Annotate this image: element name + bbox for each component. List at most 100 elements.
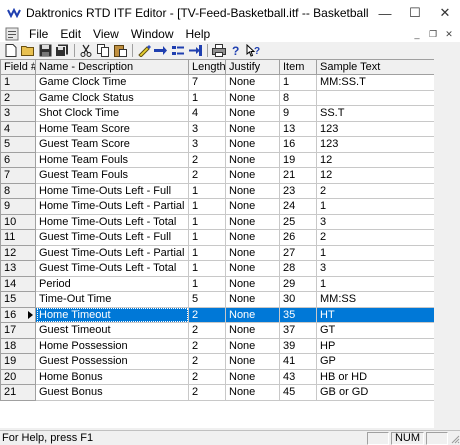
save-all-icon[interactable] xyxy=(54,43,70,58)
table-row[interactable]: 15 Time-Out Time 5 None 30 MM:SS xyxy=(0,291,434,308)
cell-item[interactable]: 35 xyxy=(279,306,317,323)
maximize-button[interactable]: ☐ xyxy=(400,0,430,26)
cell-name[interactable]: Guest Time-Outs Left - Full xyxy=(35,229,189,246)
paste-icon[interactable] xyxy=(112,43,128,58)
cell-name[interactable]: Guest Timeout xyxy=(35,322,189,339)
cell-item[interactable]: 37 xyxy=(279,322,317,339)
cell-sample[interactable]: 123 xyxy=(316,120,434,137)
cell-sample[interactable]: 12 xyxy=(316,151,434,168)
table-row[interactable]: 5 Guest Team Score 3 None 16 123 xyxy=(0,136,434,153)
menu-help[interactable]: Help xyxy=(180,26,217,42)
cell-length[interactable]: 7 xyxy=(188,74,226,91)
cell-sample[interactable]: 2 xyxy=(316,182,434,199)
table-row[interactable]: 11 Guest Time-Outs Left - Full 1 None 26 2 xyxy=(0,229,434,246)
column-header-sample[interactable]: Sample Text xyxy=(316,59,434,75)
cell-sample[interactable]: 123 xyxy=(316,136,434,153)
cell-name[interactable]: Guest Time-Outs Left - Total xyxy=(35,260,189,277)
cell-sample[interactable]: HP xyxy=(316,337,434,354)
table-row[interactable]: 7 Guest Team Fouls 2 None 21 12 xyxy=(0,167,434,184)
cut-icon[interactable] xyxy=(78,43,94,58)
cell-length[interactable]: 1 xyxy=(188,275,226,292)
cell-name[interactable]: Game Clock Status xyxy=(35,89,189,106)
column-header-justify[interactable]: Justify xyxy=(225,59,280,75)
cell-field[interactable]: 10 xyxy=(0,213,36,230)
cell-field[interactable]: 16 xyxy=(0,306,36,323)
print-icon[interactable] xyxy=(211,43,227,58)
cell-justify[interactable]: None xyxy=(225,337,280,354)
cell-sample[interactable]: 12 xyxy=(316,167,434,184)
cell-field[interactable]: 3 xyxy=(0,105,36,122)
cell-length[interactable]: 1 xyxy=(188,89,226,106)
column-header-length[interactable]: Length xyxy=(188,59,226,75)
cell-field[interactable]: 17 xyxy=(0,322,36,339)
open-icon[interactable] xyxy=(20,43,36,58)
cell-item[interactable]: 13 xyxy=(279,120,317,137)
menu-window[interactable]: Window xyxy=(125,26,180,42)
cell-name[interactable]: Home Team Score xyxy=(35,120,189,137)
table-row[interactable]: 21 Guest Bonus 2 None 45 GB or GD xyxy=(0,384,434,401)
cell-item[interactable]: 28 xyxy=(279,260,317,277)
cell-length[interactable]: 2 xyxy=(188,384,226,401)
table-row[interactable]: 8 Home Time-Outs Left - Full 1 None 23 2 xyxy=(0,182,434,199)
cell-length[interactable]: 1 xyxy=(188,244,226,261)
cell-name[interactable]: Home Timeout xyxy=(35,306,189,323)
table-row[interactable]: 19 Guest Possession 2 None 41 GP xyxy=(0,353,434,370)
table-row[interactable]: 10 Home Time-Outs Left - Total 1 None 25 3 xyxy=(0,213,434,230)
cell-justify[interactable]: None xyxy=(225,89,280,106)
cell-justify[interactable]: None xyxy=(225,74,280,91)
cell-field[interactable]: 6 xyxy=(0,151,36,168)
cell-field[interactable]: 12 xyxy=(0,244,36,261)
menu-file[interactable]: File xyxy=(23,26,54,42)
cell-field[interactable]: 4 xyxy=(0,120,36,137)
cell-field[interactable]: 7 xyxy=(0,167,36,184)
cell-justify[interactable]: None xyxy=(225,244,280,261)
cell-item[interactable]: 29 xyxy=(279,275,317,292)
table-row[interactable]: 18 Home Possession 2 None 39 HP xyxy=(0,337,434,354)
cell-field[interactable]: 19 xyxy=(0,353,36,370)
table-row[interactable]: 17 Guest Timeout 2 None 37 GT xyxy=(0,322,434,339)
cell-length[interactable]: 2 xyxy=(188,337,226,354)
cell-name[interactable]: Home Time-Outs Left - Partial xyxy=(35,198,189,215)
cell-name[interactable]: Period xyxy=(35,275,189,292)
cell-justify[interactable]: None xyxy=(225,306,280,323)
cell-name[interactable]: Home Bonus xyxy=(35,368,189,385)
cell-sample[interactable]: 3 xyxy=(316,260,434,277)
cell-item[interactable]: 43 xyxy=(279,368,317,385)
cell-length[interactable]: 2 xyxy=(188,322,226,339)
cell-sample[interactable]: 2 xyxy=(316,229,434,246)
cell-sample[interactable]: MM:SS xyxy=(316,291,434,308)
table-row[interactable]: 4 Home Team Score 3 None 13 123 xyxy=(0,120,434,137)
copy-icon[interactable] xyxy=(95,43,111,58)
cell-sample[interactable]: GP xyxy=(316,353,434,370)
column-header-item[interactable]: Item xyxy=(279,59,317,75)
table-row[interactable]: 3 Shot Clock Time 4 None 9 SS.T xyxy=(0,105,434,122)
cell-justify[interactable]: None xyxy=(225,322,280,339)
cell-field[interactable]: 11 xyxy=(0,229,36,246)
table-row[interactable]: 13 Guest Time-Outs Left - Total 1 None 28 3 xyxy=(0,260,434,277)
table-row[interactable]: 14 Period 1 None 29 1 xyxy=(0,275,434,292)
table-row[interactable]: 1 Game Clock Time 7 None 1 MM:SS.T xyxy=(0,74,434,91)
mdi-close-button[interactable]: ✕ xyxy=(442,28,456,41)
renumber-icon[interactable] xyxy=(187,43,203,58)
cell-field[interactable]: 9 xyxy=(0,198,36,215)
cell-justify[interactable]: None xyxy=(225,368,280,385)
cell-sample[interactable]: 3 xyxy=(316,213,434,230)
table-row[interactable]: 16 Home Timeout 2 None 35 HT xyxy=(0,306,434,323)
cell-item[interactable]: 39 xyxy=(279,337,317,354)
table-row[interactable]: 20 Home Bonus 2 None 43 HB or HD xyxy=(0,368,434,385)
cell-justify[interactable]: None xyxy=(225,151,280,168)
cell-name[interactable]: Home Time-Outs Left - Total xyxy=(35,213,189,230)
cell-item[interactable]: 45 xyxy=(279,384,317,401)
save-icon[interactable] xyxy=(37,43,53,58)
cell-sample[interactable]: MM:SS.T xyxy=(316,74,434,91)
cell-justify[interactable]: None xyxy=(225,105,280,122)
cell-item[interactable]: 26 xyxy=(279,229,317,246)
cell-name[interactable]: Time-Out Time xyxy=(35,291,189,308)
insert-row-icon[interactable] xyxy=(153,43,169,58)
context-help-icon[interactable]: ? xyxy=(245,43,261,58)
table-row[interactable]: 6 Home Team Fouls 2 None 19 12 xyxy=(0,151,434,168)
cell-sample[interactable]: HT xyxy=(316,306,434,323)
cell-field[interactable]: 13 xyxy=(0,260,36,277)
cell-justify[interactable]: None xyxy=(225,353,280,370)
cell-name[interactable]: Shot Clock Time xyxy=(35,105,189,122)
